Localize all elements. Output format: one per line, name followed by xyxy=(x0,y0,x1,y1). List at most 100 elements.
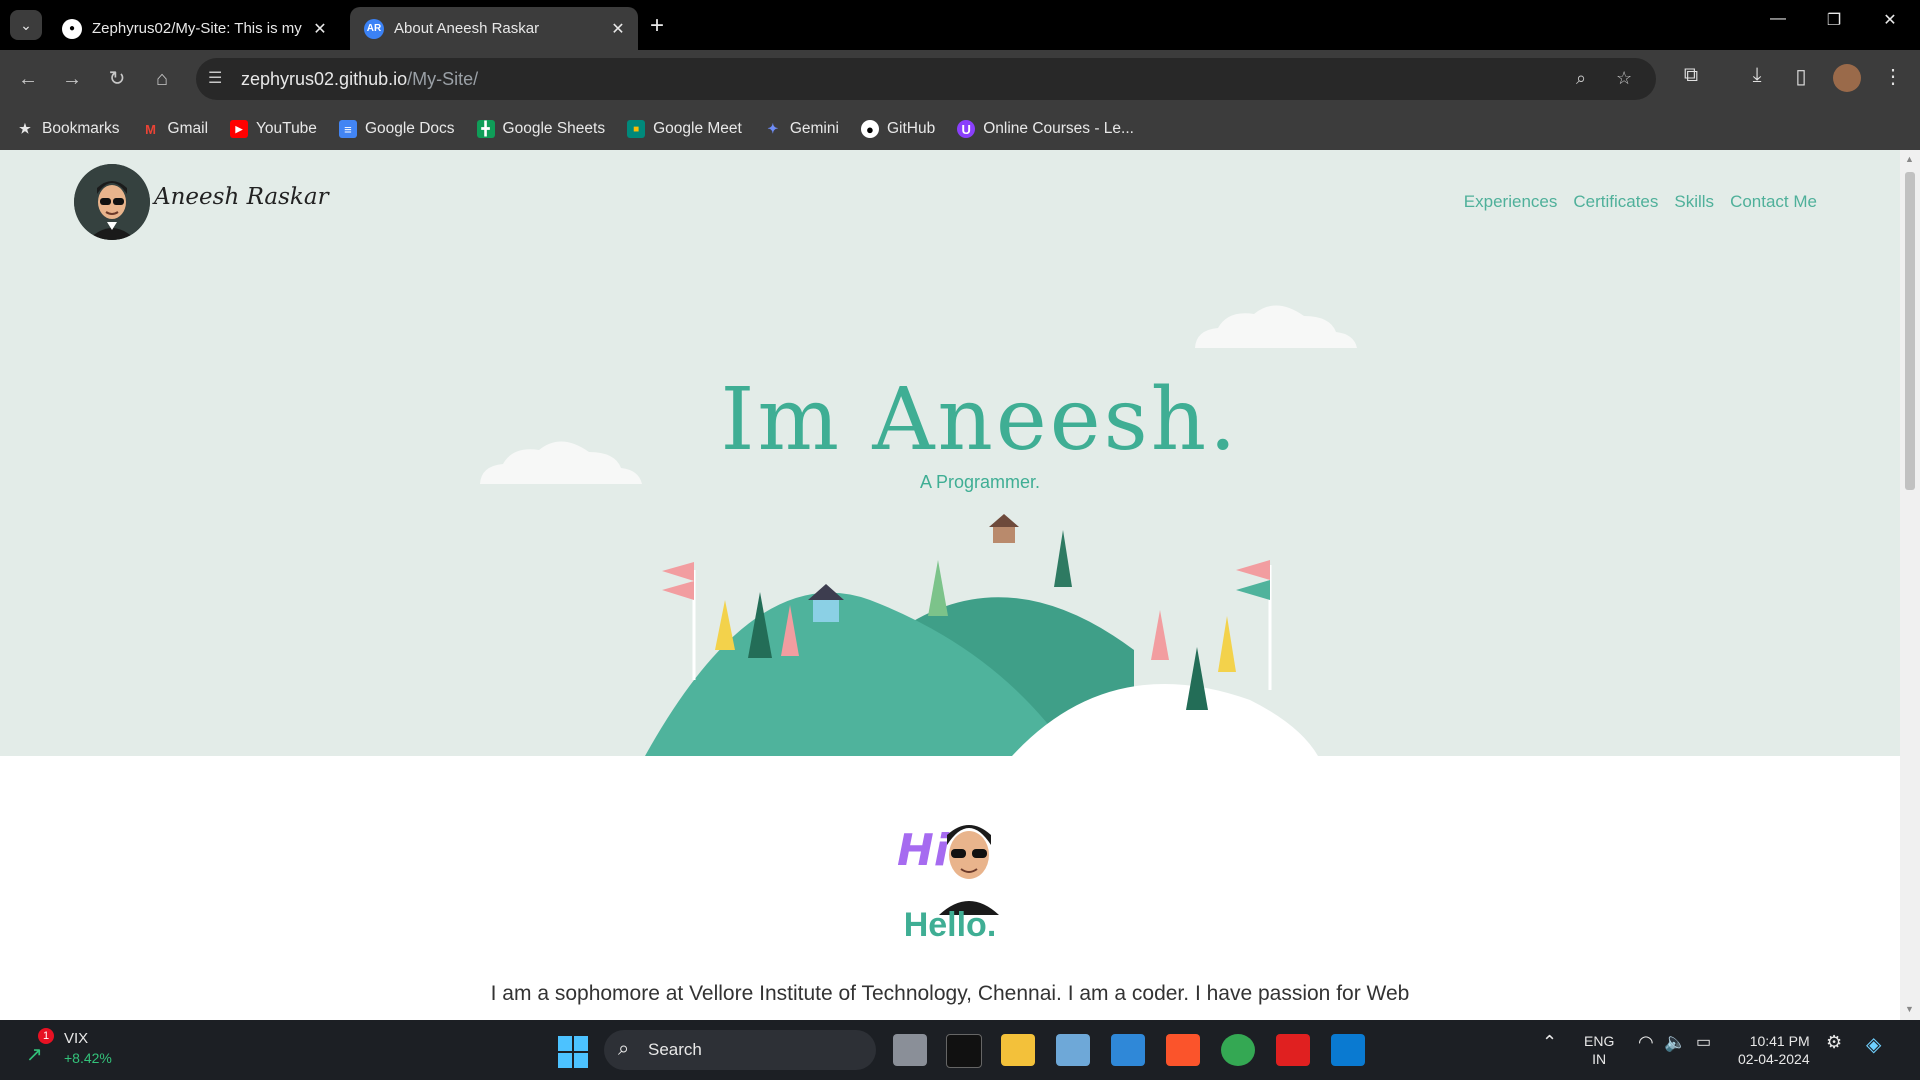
youtube-icon: ▶ xyxy=(230,120,249,138)
tab-search-button[interactable]: ⌄ xyxy=(10,10,42,40)
menu-icon[interactable]: ⋮ xyxy=(1878,64,1908,89)
hi-avatar-illustration: Hi xyxy=(897,825,999,915)
bookmark-label: Google Sheets xyxy=(502,120,606,137)
windows-start-icon[interactable] xyxy=(556,1034,594,1070)
bookmark-label: YouTube xyxy=(256,120,317,137)
widget-title: VIX xyxy=(64,1030,89,1047)
bookmark-label: Online Courses - Le... xyxy=(983,120,1134,137)
bookmark-google-sheets[interactable]: ╋ Google Sheets xyxy=(476,120,606,138)
close-tab-icon[interactable]: ✕ xyxy=(604,19,632,39)
tab-github[interactable]: ● Zephyrus02/My-Site: This is my ✕ xyxy=(48,7,340,50)
region-label: IN xyxy=(1592,1051,1607,1067)
hills xyxy=(645,592,1318,756)
zoom-icon[interactable]: ⌕ xyxy=(1576,68,1586,89)
language-indicator[interactable]: ENG IN xyxy=(1584,1032,1614,1068)
extensions-icon[interactable]: ⧉ xyxy=(1676,64,1706,87)
windows-taskbar: ↗ 1 VIX +8.42% ⌕ Search ⌃ ENG IN ◠ 🔈 ▭ 1… xyxy=(0,1020,1920,1080)
address-bar[interactable]: ☰ zephyrus02.github.io/My-Site/ ⌕ ☆ xyxy=(196,58,1656,100)
browser-tab-strip: ⌄ ● Zephyrus02/My-Site: This is my ✕ AR … xyxy=(0,0,1920,50)
bookmark-label: Gmail xyxy=(167,120,209,137)
download-icon[interactable]: ⤓ xyxy=(1742,64,1772,87)
tab-title: About Aneesh Raskar xyxy=(394,20,540,37)
taskbar-search[interactable]: ⌕ Search xyxy=(604,1030,876,1070)
google-sheets-icon: ╋ xyxy=(476,120,495,138)
stock-chart-icon: ↗ xyxy=(26,1044,43,1066)
task-view-icon[interactable] xyxy=(893,1034,927,1066)
hero-subtitle: A Programmer. xyxy=(919,472,1041,492)
cloud-right xyxy=(1195,305,1357,348)
bookmark-google-meet[interactable]: ■ Google Meet xyxy=(627,120,742,138)
bookmark-label: GitHub xyxy=(886,120,936,137)
tab-title: Zephyrus02/My-Site: This is my xyxy=(92,20,302,37)
intro-paragraph: I am a sophomore at Vellore Institute of… xyxy=(490,982,1410,1005)
bookmark-label: Google Meet xyxy=(653,120,742,137)
hello-heading: Hello. xyxy=(903,906,997,944)
profile-avatar[interactable] xyxy=(1833,64,1861,92)
bookmark-online-courses[interactable]: U Online Courses - Le... xyxy=(957,120,1134,138)
wifi-icon[interactable]: ◠ xyxy=(1638,1032,1654,1053)
gemini-icon: ✦ xyxy=(767,121,779,136)
url-path: /My-Site/ xyxy=(407,69,479,89)
tab-about[interactable]: AR About Aneesh Raskar ✕ xyxy=(350,7,638,50)
web-page: Aneesh Raskar Experiences Certificates S… xyxy=(0,150,1900,1020)
hero-section: Aneesh Raskar Experiences Certificates S… xyxy=(0,150,1900,756)
site-info-icon[interactable]: ☰ xyxy=(208,68,222,88)
microsoft-store-icon[interactable] xyxy=(1111,1034,1145,1066)
scroll-down-icon[interactable]: ▼ xyxy=(1905,1004,1914,1014)
acrobat-icon[interactable] xyxy=(1276,1034,1310,1066)
page-scrollbar[interactable]: ▲ ▼ xyxy=(1900,150,1920,1020)
clock-time: 10:41 PM xyxy=(1749,1033,1810,1049)
restore-button[interactable]: ❐ xyxy=(1814,10,1854,30)
scrollbar-thumb[interactable] xyxy=(1905,172,1915,490)
chrome-icon[interactable] xyxy=(1221,1034,1255,1066)
online-courses-icon: U xyxy=(957,120,976,138)
github-icon: ● xyxy=(860,120,879,138)
clock-date: 02-04-2024 xyxy=(1738,1051,1810,1067)
site-favicon-icon: AR xyxy=(364,18,384,39)
side-panel-icon[interactable]: ▯ xyxy=(1786,64,1816,89)
google-docs-icon: ≡ xyxy=(338,120,357,138)
minimize-button[interactable]: — xyxy=(1758,10,1798,28)
file-explorer-icon[interactable] xyxy=(1001,1034,1035,1066)
bookmark-google-docs[interactable]: ≡ Google Docs xyxy=(338,120,455,138)
notification-icon[interactable]: ⚙ xyxy=(1826,1032,1842,1053)
bookmark-github[interactable]: ● GitHub xyxy=(860,120,936,138)
google-meet-icon: ■ xyxy=(627,120,646,138)
brave-browser-icon[interactable] xyxy=(1166,1034,1200,1066)
scroll-up-icon[interactable]: ▲ xyxy=(1905,154,1914,164)
search-icon: ⌕ xyxy=(618,1038,630,1060)
chevron-down-icon: ⌄ xyxy=(20,17,32,33)
github-icon: ● xyxy=(62,18,82,39)
reload-button[interactable]: ↻ xyxy=(102,64,132,94)
widget-change: +8.42% xyxy=(64,1050,112,1066)
svg-text:Hi: Hi xyxy=(897,825,950,876)
clock[interactable]: 10:41 PM 02-04-2024 xyxy=(1738,1032,1810,1068)
bookmark-label: Bookmarks xyxy=(42,120,120,137)
bookmark-gemini[interactable]: ✦ Gemini xyxy=(764,120,839,138)
tray-overflow-icon[interactable]: ⌃ xyxy=(1542,1032,1557,1053)
close-window-button[interactable]: ✕ xyxy=(1870,10,1910,30)
vscode-icon[interactable] xyxy=(1331,1034,1365,1066)
gmail-icon: M xyxy=(145,121,156,137)
url-text: zephyrus02.github.io/My-Site/ xyxy=(241,69,478,90)
new-tab-button[interactable]: + xyxy=(650,12,664,40)
notification-badge: 1 xyxy=(38,1028,54,1044)
photos-icon[interactable] xyxy=(1056,1034,1090,1066)
search-label: Search xyxy=(648,1040,702,1059)
terminal-icon[interactable] xyxy=(946,1034,982,1068)
close-tab-icon[interactable]: ✕ xyxy=(306,19,334,39)
forward-button[interactable]: → xyxy=(57,64,87,94)
browser-toolbar: ← → ↻ ⌂ ☰ zephyrus02.github.io/My-Site/ … xyxy=(0,50,1920,108)
volume-icon[interactable]: 🔈 xyxy=(1664,1032,1686,1053)
bookmark-star-icon[interactable]: ☆ xyxy=(1616,68,1632,89)
copilot-icon[interactable]: ◈ xyxy=(1866,1032,1881,1057)
battery-icon[interactable]: ▭ xyxy=(1696,1032,1711,1052)
back-button[interactable]: ← xyxy=(13,64,43,94)
bookmark-gmail[interactable]: M Gmail xyxy=(142,120,208,138)
bookmark-youtube[interactable]: ▶ YouTube xyxy=(230,120,317,138)
stock-widget[interactable]: ↗ 1 VIX +8.42% xyxy=(24,1028,134,1072)
bookmark-all[interactable]: ★ Bookmarks xyxy=(16,120,120,138)
bookmark-label: Gemini xyxy=(789,120,839,137)
home-button[interactable]: ⌂ xyxy=(147,64,177,94)
url-host: zephyrus02.github.io xyxy=(241,69,408,89)
